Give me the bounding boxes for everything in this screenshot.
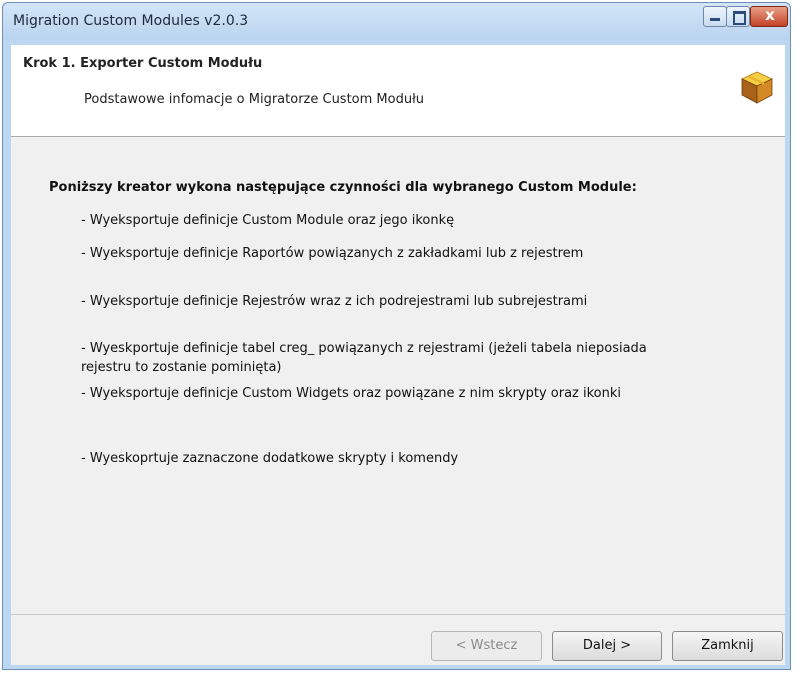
list-item: - Wyeskportuje definicje tabel creg_ pow… [81,339,681,377]
minimize-icon [710,18,720,21]
maximize-icon [733,11,746,25]
close-icon: x [765,6,775,24]
next-button[interactable]: Dalej > [552,631,662,661]
wizard-body: Poniższy kreator wykona następujące czyn… [11,137,785,617]
wizard-footer: < Wstecz Dalej > Zamknij [11,615,785,665]
window-close-button[interactable]: x [750,6,788,27]
maximize-button[interactable] [726,6,750,27]
close-dialog-button[interactable]: Zamknij [672,631,783,661]
step-title: Krok 1. Exporter Custom Modułu [23,56,263,71]
list-item: - Wyeksportuje definicje Raportów powiąz… [81,246,584,261]
title-bar[interactable]: Migration Custom Modules v2.0.3 x [3,3,790,40]
back-button[interactable]: < Wstecz [431,631,542,661]
list-item: - Wyeksportuje definicje Rejestrów wraz … [81,294,588,309]
list-item: - Wyeksportuje definicje Custom Widgets … [81,386,622,401]
list-item-text: - Wyeskportuje definicje tabel creg_ pow… [81,341,647,375]
minimize-button[interactable] [703,6,727,27]
step-description: Podstawowe infomacje o Migratorze Custom… [84,92,425,107]
dialog-window: Migration Custom Modules v2.0.3 x Krok 1… [2,2,791,670]
list-item: - Wyeksportuje definicje Custom Module o… [81,213,455,228]
intro-text: Poniższy kreator wykona następujące czyn… [49,180,637,195]
wizard-header: Krok 1. Exporter Custom Modułu Podstawow… [11,45,785,137]
window-title: Migration Custom Modules v2.0.3 [13,13,249,29]
dialog-client: Krok 1. Exporter Custom Modułu Podstawow… [11,45,785,665]
list-item: - Wyeskoprtuje zaznaczone dodatkowe skry… [81,451,459,466]
package-box-icon [741,71,773,104]
